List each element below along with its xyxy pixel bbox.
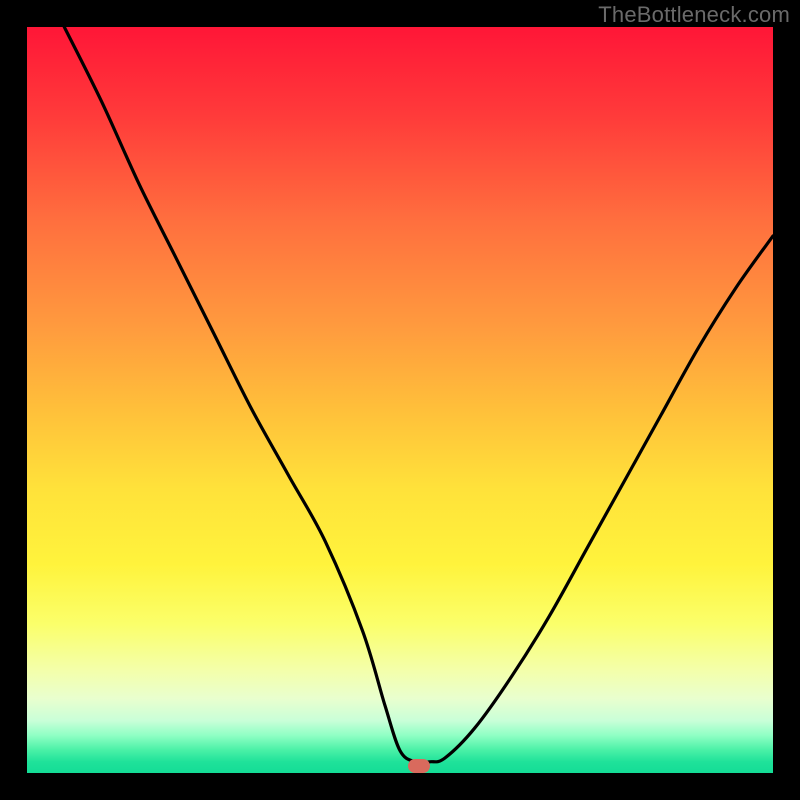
plot-area: [27, 27, 773, 773]
curve-path: [64, 27, 773, 763]
minimum-marker: [408, 759, 430, 773]
chart-frame: TheBottleneck.com: [0, 0, 800, 800]
bottleneck-curve: [27, 27, 773, 773]
watermark-text: TheBottleneck.com: [598, 2, 790, 28]
